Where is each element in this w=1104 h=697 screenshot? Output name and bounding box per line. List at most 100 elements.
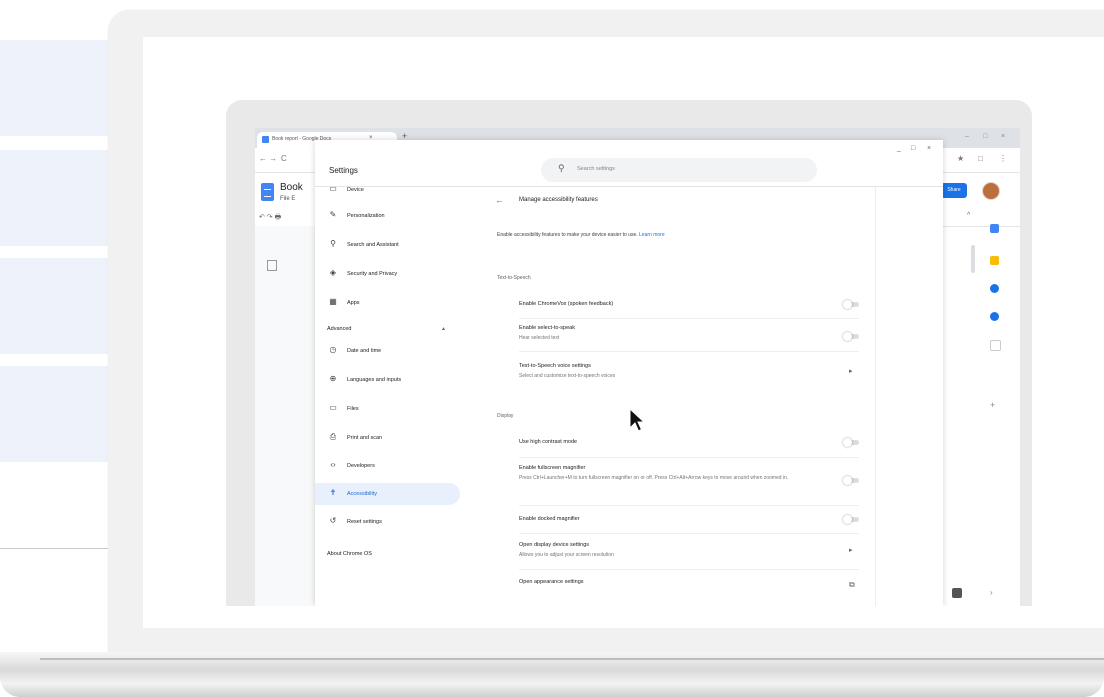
- mouse-cursor-icon: [629, 408, 645, 432]
- contacts-icon[interactable]: [990, 312, 999, 321]
- settings-maximize-button[interactable]: □: [911, 145, 915, 152]
- learn-more-link[interactable]: Learn more: [639, 232, 665, 238]
- sidebar-item-label: Developers: [347, 463, 375, 469]
- tasks-icon[interactable]: [990, 284, 999, 293]
- doc-menubar[interactable]: File E: [280, 196, 295, 202]
- row-label: Enable fullscreen magnifier: [519, 465, 586, 471]
- sidebar-item-apps[interactable]: ▦ Apps: [315, 292, 460, 314]
- accessibility-page: ← Manage accessibility features Enable a…: [475, 187, 875, 606]
- explore-button[interactable]: [952, 588, 962, 598]
- sidebar-item-label: Device: [347, 187, 364, 193]
- divider: [519, 351, 859, 352]
- sidebar-item-reset[interactable]: ↺ Reset settings: [315, 511, 460, 533]
- side-panel-4: [0, 366, 108, 462]
- reload-icon[interactable]: C: [281, 154, 287, 163]
- sidebar-item-about[interactable]: About Chrome OS: [327, 551, 372, 557]
- shield-icon: ◈: [329, 268, 337, 277]
- settings-sidebar: ▭ Device ✎ Personalization ⚲ Search and …: [315, 184, 475, 606]
- side-panel-3: [0, 258, 108, 354]
- row-select-to-speak[interactable]: Enable select-to-speak Hear selected tex…: [519, 325, 859, 342]
- row-tts-voice-settings[interactable]: Text-to-Speech voice settings Select and…: [519, 363, 859, 380]
- settings-right-gutter: [875, 187, 876, 606]
- avatar[interactable]: [982, 182, 1000, 200]
- maps-icon[interactable]: [990, 340, 1001, 351]
- settings-minimize-button[interactable]: _: [897, 145, 901, 152]
- sidebar-item-label: Personalization: [347, 213, 385, 219]
- row-label: Use high contrast mode: [519, 439, 578, 445]
- outline-icon[interactable]: [267, 260, 277, 271]
- row-docked-magnifier[interactable]: Enable docked magnifier: [519, 516, 859, 522]
- chevron-right-icon[interactable]: ▸: [849, 546, 853, 554]
- row-appearance-settings[interactable]: Open appearance settings: [519, 579, 859, 585]
- share-button[interactable]: Share: [941, 183, 967, 198]
- apps-grid-icon: ▦: [329, 297, 337, 306]
- doc-title[interactable]: Book: [280, 182, 303, 193]
- sidebar-item-security[interactable]: ◈ Security and Privacy: [315, 263, 460, 285]
- browser-minimize-button[interactable]: –: [965, 133, 969, 140]
- select-to-speak-toggle[interactable]: [843, 332, 859, 341]
- divider: [519, 569, 859, 570]
- sidebar-item-personalization[interactable]: ✎ Personalization: [315, 205, 460, 227]
- search-icon: ⚲: [558, 163, 565, 173]
- row-label: Enable ChromeVox (spoken feedback): [519, 301, 614, 307]
- sidebar-item-label: Accessibility: [347, 491, 377, 497]
- divider: [519, 457, 859, 458]
- high-contrast-toggle[interactable]: [843, 438, 859, 447]
- reset-icon: ↺: [329, 516, 337, 525]
- folder-icon: ▭: [329, 403, 337, 412]
- sidebar-item-device[interactable]: ▭ Device: [315, 179, 460, 201]
- fullscreen-magnifier-toggle[interactable]: [843, 476, 859, 485]
- divider: [519, 533, 859, 534]
- browser-close-button[interactable]: ×: [1001, 133, 1005, 140]
- page-title: Manage accessibility features: [519, 197, 598, 203]
- row-display-device-settings[interactable]: Open display device settings Allows you …: [519, 542, 859, 559]
- laptop-icon: ▭: [329, 184, 337, 193]
- star-icon[interactable]: ★: [957, 154, 964, 163]
- collapse-toolbar-icon[interactable]: ^: [967, 212, 970, 219]
- section-title-tts: Text-to-Speech: [497, 275, 531, 281]
- side-panel-1: [0, 40, 108, 136]
- browser-menu-icon[interactable]: ⋮: [999, 154, 1007, 163]
- back-arrow-icon[interactable]: ←: [259, 154, 267, 163]
- sidebar-item-accessibility[interactable]: ✝ Accessibility: [315, 483, 460, 505]
- docked-magnifier-toggle[interactable]: [843, 515, 859, 524]
- side-panel-toggle-icon[interactable]: ›: [990, 588, 993, 597]
- sidebar-item-developers[interactable]: ‹› Developers: [315, 455, 460, 477]
- settings-close-button[interactable]: ×: [927, 145, 931, 152]
- sidebar-advanced-label[interactable]: Advanced: [327, 326, 351, 332]
- extensions-icon[interactable]: □: [978, 154, 983, 163]
- row-fullscreen-magnifier[interactable]: Enable fullscreen magnifier Press Ctrl+L…: [519, 465, 859, 482]
- sidebar-item-label: Files: [347, 406, 359, 412]
- external-link-icon[interactable]: ⧉: [849, 580, 855, 590]
- chevron-up-icon[interactable]: ▲: [441, 326, 446, 332]
- calendar-icon[interactable]: [990, 224, 999, 233]
- doc-scrollbar[interactable]: [971, 245, 975, 273]
- chevron-right-icon[interactable]: ▸: [849, 367, 853, 375]
- add-addon-icon[interactable]: +: [990, 400, 995, 410]
- search-icon: ⚲: [330, 239, 336, 248]
- row-sublabel: Allows you to adjust your screen resolut…: [519, 552, 614, 558]
- row-high-contrast[interactable]: Use high contrast mode: [519, 439, 859, 445]
- row-label: Enable docked magnifier: [519, 516, 580, 522]
- chromevox-toggle[interactable]: [843, 300, 859, 309]
- sidebar-item-search[interactable]: ⚲ Search and Assistant: [315, 234, 460, 256]
- doc-toolbar-actions[interactable]: ↶ ↷ 🖶: [259, 213, 281, 224]
- sidebar-item-files[interactable]: ▭ Files: [315, 398, 460, 420]
- divider: [519, 505, 859, 506]
- forward-arrow-icon[interactable]: →: [269, 154, 277, 163]
- back-arrow-icon[interactable]: ←: [495, 195, 504, 205]
- row-chromevox[interactable]: Enable ChromeVox (spoken feedback): [519, 301, 859, 307]
- search-input[interactable]: ⚲ Search settings: [541, 158, 817, 182]
- sidebar-item-date-time[interactable]: ◷ Date and time: [315, 340, 460, 362]
- keep-icon[interactable]: [990, 256, 999, 265]
- side-divider: [0, 548, 108, 549]
- browser-maximize-button[interactable]: □: [983, 133, 987, 140]
- sidebar-item-label: Search and Assistant: [347, 242, 399, 248]
- clock-icon: ◷: [329, 345, 337, 354]
- row-sublabel: Hear selected text: [519, 335, 560, 341]
- sidebar-item-languages[interactable]: ⊕ Languages and inputs: [315, 369, 460, 391]
- divider: [519, 318, 859, 319]
- docs-favicon-icon: [262, 136, 269, 143]
- sidebar-item-print[interactable]: ⎙ Print and scan: [315, 427, 460, 449]
- page-intro: Enable accessibility features to make yo…: [497, 232, 665, 238]
